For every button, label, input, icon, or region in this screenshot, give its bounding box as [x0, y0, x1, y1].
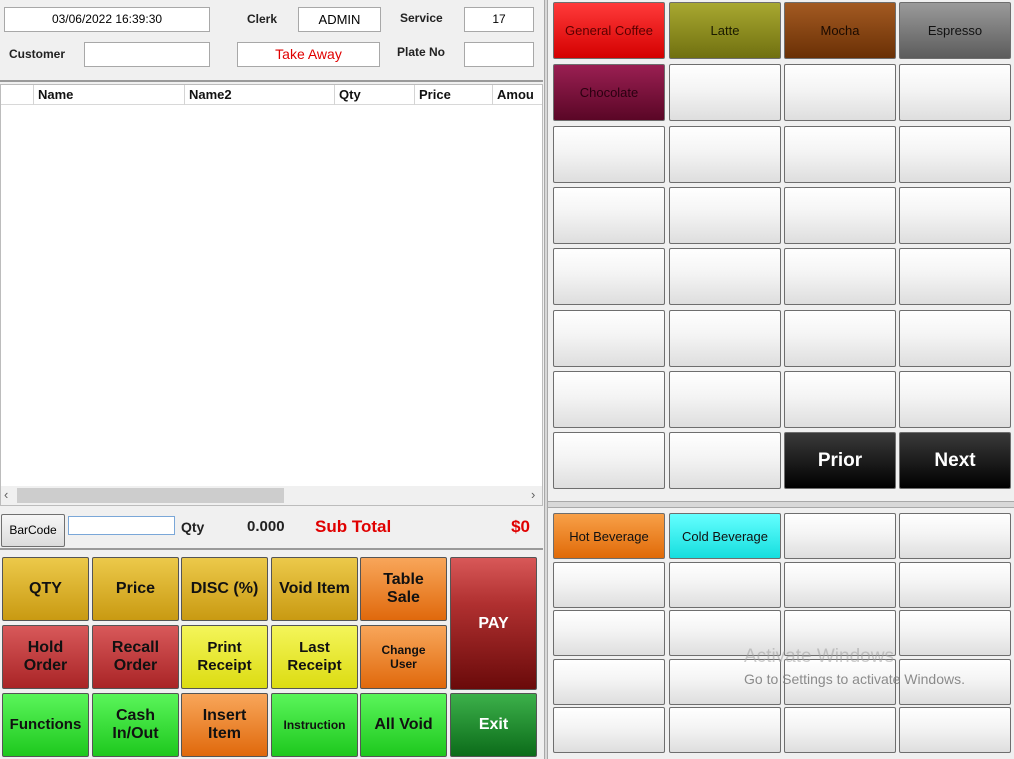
product-tile-empty[interactable] [784, 187, 896, 244]
category-tile-empty[interactable] [899, 513, 1011, 559]
product-tile-empty[interactable] [669, 371, 781, 428]
category-tile-empty[interactable] [553, 562, 665, 608]
product-tile-espresso[interactable]: Espresso [899, 2, 1011, 59]
product-tile-empty[interactable] [784, 126, 896, 183]
col-price[interactable]: Price [414, 85, 492, 105]
grid-horizontal-scrollbar[interactable]: ‹ › [1, 486, 542, 505]
barcode-input[interactable] [68, 516, 175, 535]
product-tile-empty[interactable] [553, 187, 665, 244]
insert-item-button[interactable]: Insert Item [181, 693, 268, 757]
product-tile-general-coffee[interactable]: General Coffee [553, 2, 665, 59]
category-tile-empty[interactable] [553, 659, 665, 705]
category-tile-empty[interactable] [899, 610, 1011, 656]
product-tile-empty[interactable] [669, 187, 781, 244]
category-hot-beverage[interactable]: Hot Beverage [553, 513, 665, 559]
product-tile-empty[interactable] [899, 248, 1011, 305]
customer-label: Customer [9, 47, 66, 61]
pay-button[interactable]: PAY [450, 557, 537, 690]
category-tile-empty[interactable] [553, 707, 665, 753]
col-index[interactable] [1, 85, 33, 105]
qty-value: 0.000 [247, 518, 285, 535]
service-field[interactable]: 17 [464, 7, 534, 32]
product-tile-empty[interactable] [784, 310, 896, 367]
all-void-button[interactable]: All Void [360, 693, 447, 757]
product-tile-mocha[interactable]: Mocha [784, 2, 896, 59]
scroll-left-icon[interactable]: ‹ [4, 487, 8, 502]
category-tile-empty[interactable] [669, 707, 781, 753]
prior-page-button[interactable]: Prior [784, 432, 896, 489]
subtotal-label: Sub Total [315, 517, 392, 536]
horizontal-splitter[interactable] [548, 501, 1014, 508]
category-tile-empty[interactable] [553, 610, 665, 656]
col-name[interactable]: Name [33, 85, 184, 105]
recall-order-button[interactable]: Recall Order [92, 625, 179, 689]
order-type-field[interactable]: Take Away [237, 42, 380, 67]
product-tile-empty[interactable] [899, 371, 1011, 428]
barcode-strip: BarCode Qty 0.000 Sub Total $0 [0, 508, 543, 550]
col-amount[interactable]: Amou [492, 85, 542, 105]
product-tile-empty[interactable] [553, 371, 665, 428]
product-tile-empty[interactable] [669, 248, 781, 305]
product-tile-empty[interactable] [899, 64, 1011, 121]
plate-label: Plate No [397, 45, 446, 59]
activation-watermark-subtitle: Go to Settings to activate Windows. [744, 671, 965, 687]
order-header: 03/06/2022 16:39:30 Clerk ADMIN Service … [0, 0, 543, 82]
instruction-button[interactable]: Instruction [271, 693, 358, 757]
col-name2[interactable]: Name2 [184, 85, 334, 105]
product-tile-empty[interactable] [899, 126, 1011, 183]
category-tile-empty[interactable] [784, 513, 896, 559]
subtotal-value: $0 [511, 517, 530, 536]
qty-button[interactable]: QTY [2, 557, 89, 621]
product-tile-chocolate[interactable]: Chocolate [553, 64, 665, 121]
customer-field[interactable] [84, 42, 210, 67]
activation-watermark-title: Activate Windows [744, 646, 894, 667]
col-qty[interactable]: Qty [334, 85, 414, 105]
table-sale-button[interactable]: Table Sale [360, 557, 447, 621]
price-button[interactable]: Price [92, 557, 179, 621]
datetime-field: 03/06/2022 16:39:30 [4, 7, 210, 32]
product-tile-latte[interactable]: Latte [669, 2, 781, 59]
product-tile-empty[interactable] [669, 310, 781, 367]
last-receipt-button[interactable]: Last Receipt [271, 625, 358, 689]
product-tile-empty[interactable] [899, 310, 1011, 367]
product-tile-empty[interactable] [669, 432, 781, 489]
product-tile-empty[interactable] [669, 64, 781, 121]
qty-label: Qty [181, 519, 205, 535]
hold-order-button[interactable]: Hold Order [2, 625, 89, 689]
category-tile-empty[interactable] [784, 562, 896, 608]
product-tile-empty[interactable] [553, 432, 665, 489]
product-tile-empty[interactable] [784, 371, 896, 428]
product-tile-empty[interactable] [899, 187, 1011, 244]
product-tile-empty[interactable] [553, 248, 665, 305]
discount-button[interactable]: DISC (%) [181, 557, 268, 621]
pos-window: 03/06/2022 16:39:30 Clerk ADMIN Service … [0, 0, 1014, 759]
product-tile-empty[interactable] [553, 310, 665, 367]
product-tile-empty[interactable] [784, 64, 896, 121]
product-tile-empty[interactable] [669, 126, 781, 183]
next-page-button[interactable]: Next [899, 432, 1011, 489]
functions-button[interactable]: Functions [2, 693, 89, 757]
clerk-label: Clerk [247, 12, 278, 26]
clerk-field: ADMIN [298, 7, 381, 32]
category-cold-beverage[interactable]: Cold Beverage [669, 513, 781, 559]
scroll-thumb[interactable] [17, 488, 284, 503]
category-tile-empty[interactable] [669, 562, 781, 608]
cash-inout-button[interactable]: Cash In/Out [92, 693, 179, 757]
category-tile-empty[interactable] [899, 707, 1011, 753]
service-label: Service [400, 11, 443, 25]
void-item-button[interactable]: Void Item [271, 557, 358, 621]
barcode-button[interactable]: BarCode [1, 514, 65, 547]
vertical-splitter[interactable] [544, 0, 548, 759]
print-receipt-button[interactable]: Print Receipt [181, 625, 268, 689]
scroll-right-icon[interactable]: › [531, 487, 535, 502]
plate-field[interactable] [464, 42, 534, 67]
category-tile-empty[interactable] [784, 707, 896, 753]
order-grid[interactable]: Name Name2 Qty Price Amou ‹ › [0, 84, 543, 506]
grid-header: Name Name2 Qty Price Amou [1, 85, 542, 105]
change-user-button[interactable]: Change User [360, 625, 447, 689]
category-tile-empty[interactable] [899, 562, 1011, 608]
product-tile-empty[interactable] [784, 248, 896, 305]
exit-button[interactable]: Exit [450, 693, 537, 757]
product-tile-empty[interactable] [553, 126, 665, 183]
